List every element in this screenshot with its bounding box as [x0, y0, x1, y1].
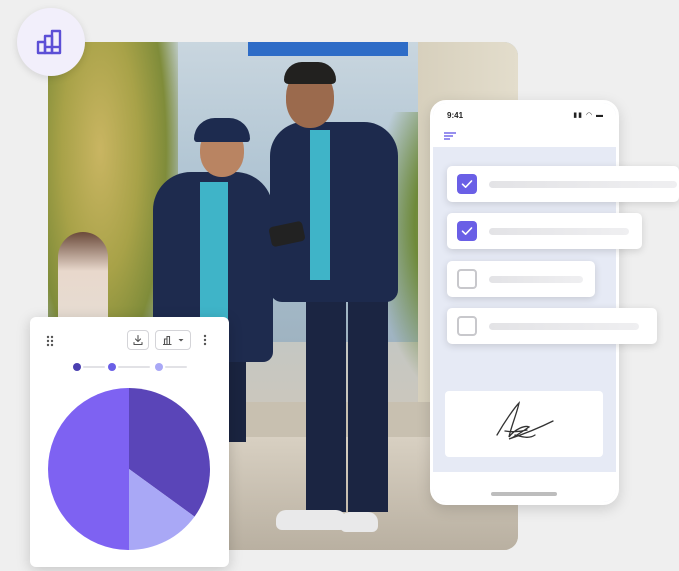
status-bar: 9:41 ▮▮ ◠ ▬ — [433, 103, 616, 147]
chevron-down-icon — [178, 339, 184, 342]
signature-box[interactable] — [445, 391, 603, 457]
checkbox-unchecked[interactable] — [457, 316, 477, 336]
pie-chart — [48, 388, 211, 550]
phone-mockup: 9:41 ▮▮ ◠ ▬ — [430, 100, 619, 505]
chart-type-button[interactable] — [155, 330, 191, 350]
menu-icon[interactable] — [443, 131, 457, 141]
status-time: 9:41 — [447, 111, 464, 120]
checkbox-unchecked[interactable] — [457, 269, 477, 289]
checklist-item[interactable] — [447, 166, 679, 202]
bar-chart-icon — [17, 8, 85, 76]
signal-icon: ▮▮ ◠ ▬ — [573, 112, 604, 119]
legend-marker — [108, 363, 116, 371]
legend-marker — [73, 363, 81, 371]
checkbox-checked[interactable] — [457, 221, 477, 241]
checklist-item[interactable] — [447, 213, 642, 249]
checklist-item[interactable] — [447, 261, 595, 297]
chart-legend — [73, 363, 193, 371]
home-indicator — [491, 492, 557, 496]
checkbox-checked[interactable] — [457, 174, 477, 194]
chart-card — [30, 317, 229, 567]
chart-type-icon — [163, 335, 172, 346]
drag-handle-icon[interactable] — [46, 335, 54, 347]
checklist-item[interactable] — [447, 308, 657, 344]
pie-slice — [48, 388, 129, 550]
legend-marker — [155, 363, 163, 371]
download-button[interactable] — [127, 330, 149, 350]
download-icon — [133, 334, 143, 346]
more-vertical-icon[interactable] — [202, 333, 208, 347]
signature-icon — [496, 401, 554, 440]
